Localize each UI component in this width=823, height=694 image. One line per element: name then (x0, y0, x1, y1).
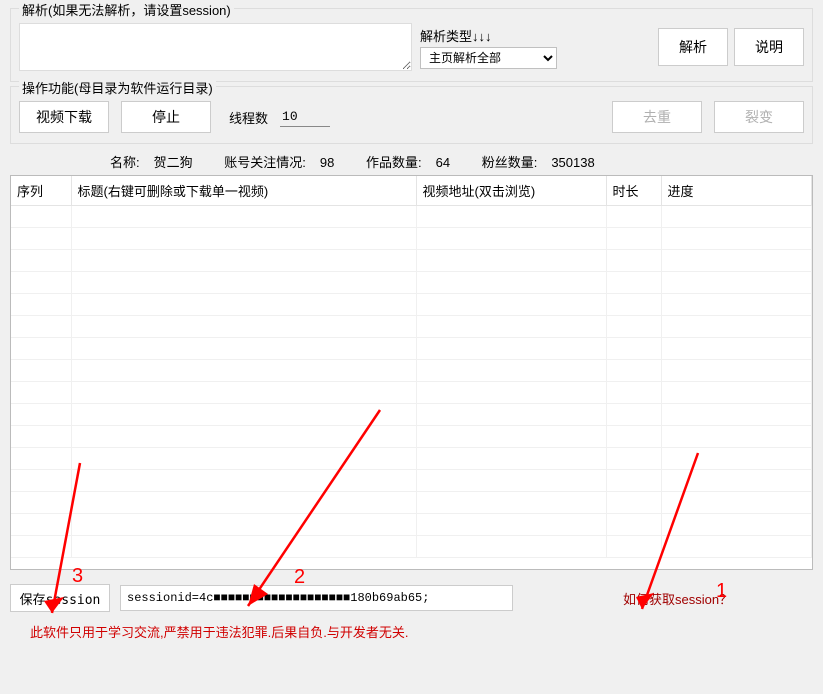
parse-button[interactable]: 解析 (658, 28, 728, 66)
ops-group: 操作功能(母目录为软件运行目录) 视频下载 停止 线程数 去重 裂变 (10, 86, 813, 144)
col-title: 标题(右键可删除或下载单一视频) (71, 176, 416, 206)
table-body[interactable] (11, 206, 812, 558)
table-row[interactable] (11, 250, 812, 272)
dedupe-button[interactable]: 去重 (612, 101, 702, 133)
video-table[interactable]: 序列 标题(右键可删除或下载单一视频) 视频地址(双击浏览) 时长 进度 (10, 175, 813, 570)
table-row[interactable] (11, 382, 812, 404)
table-row[interactable] (11, 514, 812, 536)
col-progress: 进度 (661, 176, 812, 206)
howto-session-link[interactable]: 如何获取session？ (623, 589, 732, 608)
table-row[interactable] (11, 228, 812, 250)
table-row[interactable] (11, 470, 812, 492)
disclaimer-text: 此软件只用于学习交流,严禁用于违法犯罪.后果自负.与开发者无关. (30, 622, 823, 641)
save-session-button[interactable]: 保存session (10, 584, 110, 612)
url-input[interactable] (19, 23, 412, 71)
table-row[interactable] (11, 536, 812, 558)
col-duration: 时长 (606, 176, 661, 206)
col-seq: 序列 (11, 176, 71, 206)
parse-type-label: 解析类型↓↓↓ (420, 26, 557, 45)
table-row[interactable] (11, 206, 812, 228)
session-input[interactable] (120, 585, 513, 611)
table-row[interactable] (11, 316, 812, 338)
fission-button[interactable]: 裂变 (714, 101, 804, 133)
app-window: 解析(如果无法解析，请设置session) 解析类型↓↓↓ 主页解析全部 解析 … (0, 0, 823, 694)
parse-group: 解析(如果无法解析，请设置session) 解析类型↓↓↓ 主页解析全部 解析 … (10, 8, 813, 82)
table-header-row: 序列 标题(右键可删除或下载单一视频) 视频地址(双击浏览) 时长 进度 (11, 176, 812, 206)
session-row: 保存session 如何获取session？ (10, 584, 813, 612)
table-row[interactable] (11, 272, 812, 294)
table-row[interactable] (11, 492, 812, 514)
info-bar: 名称:贺二狗 账号关注情况:98 作品数量:64 粉丝数量:350138 (0, 146, 823, 175)
table-row[interactable] (11, 404, 812, 426)
table-row[interactable] (11, 338, 812, 360)
table-row[interactable] (11, 294, 812, 316)
parse-type-select[interactable]: 主页解析全部 (420, 47, 557, 69)
thread-input[interactable] (280, 107, 330, 127)
table-row[interactable] (11, 448, 812, 470)
ops-group-title: 操作功能(母目录为软件运行目录) (19, 78, 216, 97)
help-button[interactable]: 说明 (734, 28, 804, 66)
download-button[interactable]: 视频下载 (19, 101, 109, 133)
parse-group-title: 解析(如果无法解析，请设置session) (19, 0, 234, 19)
stop-button[interactable]: 停止 (121, 101, 211, 133)
table-row[interactable] (11, 360, 812, 382)
col-url: 视频地址(双击浏览) (416, 176, 606, 206)
thread-label: 线程数 (229, 108, 268, 127)
table-row[interactable] (11, 426, 812, 448)
